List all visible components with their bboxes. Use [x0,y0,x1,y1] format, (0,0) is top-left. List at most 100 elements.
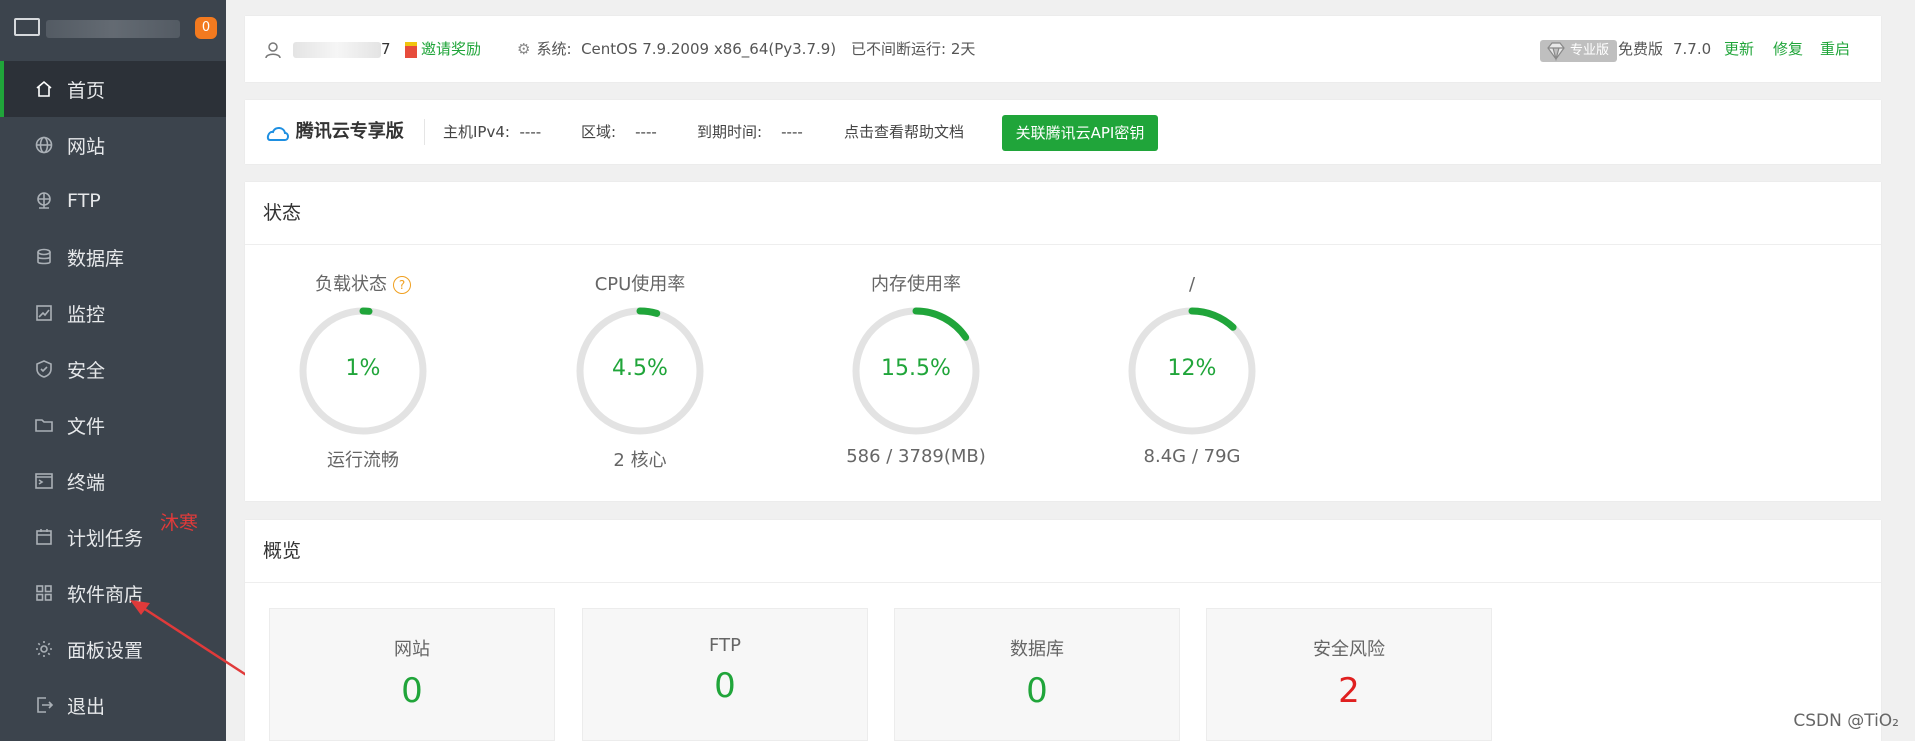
terminal-icon [34,471,54,491]
sidebar-item-files[interactable]: 文件 [0,397,226,453]
sidebar-item-home[interactable]: 首页 [0,61,226,117]
gauge-title-text: 内存使用率 [871,274,961,295]
region-info: 区域: ---- [581,123,657,141]
overview-title: 概览 [263,540,302,562]
sidebar-item-label: 文件 [67,415,106,438]
overview-label: 网站 [394,639,430,660]
status-gauge[interactable]: / 12% 8.4G / 79G [1092,272,1292,467]
divider [245,582,1881,583]
divider [245,244,1881,245]
system-info: ⚙ 系统: CentOS 7.9.2009 x86_64(Py3.7.9) [517,40,837,58]
gauge-ring: 15.5% [849,304,983,438]
apps-grid-icon [34,583,54,603]
gauge-title-text: / [1188,274,1196,295]
overview-value[interactable]: 0 [270,671,554,711]
gauge-value: 12% [1167,356,1217,381]
overview-label: 安全风险 [1313,639,1385,660]
sidebar-nav: 首页 网站 FTP 数据库 监控 安全 文件 终端 计划任务 软件商店 面板设置… [0,61,226,733]
sidebar-item-database[interactable]: 数据库 [0,229,226,285]
sidebar-item-label: 终端 [67,471,106,494]
sidebar-item-label: 计划任务 [67,527,144,550]
folder-icon [34,415,54,435]
diamond-icon [1547,42,1565,61]
monitor-chart-icon [34,303,54,323]
gauge-title: CPU使用率 [540,272,740,298]
version-label: 7.7.0 [1673,40,1712,58]
globe-icon [34,135,54,155]
gauge-title-text: 负载状态 [315,274,387,295]
gauge-title: 负载状态? [263,272,463,298]
restart-link[interactable]: 重启 [1820,16,1850,82]
monitor-icon [14,18,40,36]
overview-value[interactable]: 0 [583,666,867,706]
status-card: 状态 [245,182,1881,501]
overview-label: FTP [709,635,741,656]
overview-value[interactable]: 2 [1207,671,1491,711]
gauge-subtitle: 2 核心 [613,450,667,471]
shield-icon [34,359,54,379]
sidebar-item-ftp[interactable]: FTP [0,173,226,229]
sidebar-item-label: 首页 [67,79,106,102]
gear-icon [34,639,54,659]
database-icon [34,247,54,267]
sidebar-item-monitor[interactable]: 监控 [0,285,226,341]
ipv4-info: 主机IPv4: ---- [443,123,542,141]
help-icon[interactable]: ? [393,276,411,294]
calendar-icon [34,527,54,547]
help-doc-link[interactable]: 点击查看帮助文档 [844,100,964,164]
gauge-ring: 12% [1125,304,1259,438]
server-name-redacted [46,20,180,38]
gauge-value: 15.5% [881,356,951,381]
home-icon [34,79,54,99]
cloud-icon [266,126,289,141]
update-link[interactable]: 更新 [1724,16,1754,82]
logout-icon [34,695,54,715]
ftp-icon [34,191,54,211]
invite-link[interactable]: 邀请奖励 [405,16,481,82]
overview-box-database[interactable]: 数据库 0 [894,608,1180,741]
username-redacted [293,41,381,58]
sidebar-item-appstore[interactable]: 软件商店 [0,565,226,621]
repair-link[interactable]: 修复 [1773,16,1803,82]
sidebar-item-label: FTP [67,190,101,212]
gauge-value: 1% [345,356,381,381]
sidebar: 0 首页 网站 FTP 数据库 监控 安全 文件 终端 计划任务 软件商店 面板… [0,0,226,741]
gauge-subtitle: 586 / 3789(MB) [846,446,986,467]
tencent-logo: 腾讯云专享版 [263,100,404,164]
status-gauge[interactable]: 内存使用率 15.5% 586 / 3789(MB) [816,272,1016,467]
sidebar-item-security[interactable]: 安全 [0,341,226,397]
sidebar-item-label: 安全 [67,359,106,382]
sidebar-item-logout[interactable]: 退出 [0,677,226,733]
gauge-title: 内存使用率 [816,272,1016,298]
sidebar-item-label: 数据库 [67,247,125,270]
sidebar-item-terminal[interactable]: 终端 [0,453,226,509]
annotation-text: 沐寒 [160,512,199,534]
status-title: 状态 [263,202,302,224]
sidebar-item-label: 面板设置 [67,639,144,662]
gear-icon: ⚙ [517,40,531,58]
expire-info: 到期时间: ---- [697,123,803,141]
watermark: CSDN @TiO₂ [1793,711,1899,731]
divider [424,119,425,145]
gauge-value: 4.5% [612,356,668,381]
top-info-bar: 7 邀请奖励 ⚙ 系统: CentOS 7.9.2009 x86_64(Py3.7… [245,16,1881,82]
message-badge[interactable]: 0 [195,17,217,39]
pro-edition-badge[interactable]: 专业版 [1540,16,1618,82]
gauge-subtitle: 运行流畅 [327,450,399,471]
sidebar-item-settings[interactable]: 面板设置 [0,621,226,677]
bind-api-key-button[interactable]: 关联腾讯云API密钥 [1002,115,1158,151]
overview-box-security-risk[interactable]: 安全风险 2 [1206,608,1492,741]
overview-box-ftp[interactable]: FTP 0 [582,608,868,741]
sidebar-item-website[interactable]: 网站 [0,117,226,173]
gauge-ring: 4.5% [573,304,707,438]
gauge-title: / [1092,272,1292,298]
overview-value[interactable]: 0 [895,671,1179,711]
edition-label: 免费版 [1618,40,1664,58]
user-icon [263,16,283,82]
status-gauge[interactable]: 负载状态? 1% 运行流畅 [263,272,463,472]
status-gauge[interactable]: CPU使用率 4.5% 2 核心 [540,272,740,472]
gauge-subtitle: 8.4G / 79G [1143,446,1241,467]
overview-box-website[interactable]: 网站 0 [269,608,555,741]
overview-label: 数据库 [1010,639,1064,660]
username[interactable]: 7 [293,16,391,82]
